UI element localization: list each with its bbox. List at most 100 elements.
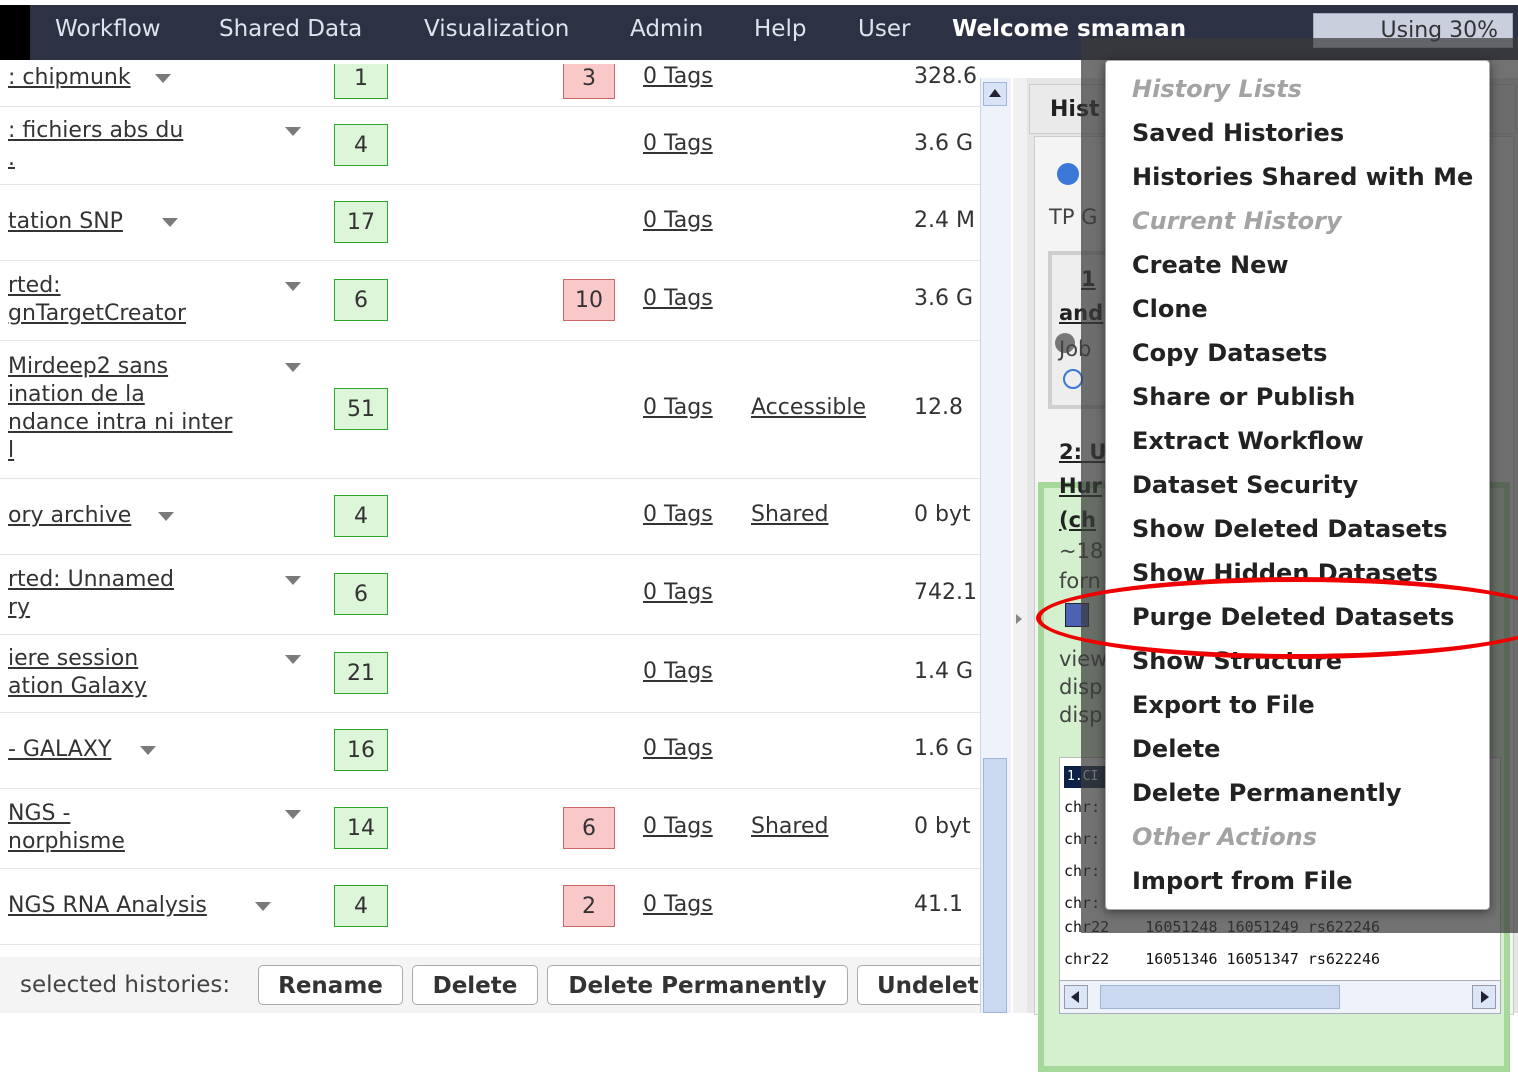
hscroll-thumb[interactable] [1100,985,1340,1009]
history-name-link[interactable]: ory archive [8,502,131,530]
history-row[interactable]: : chipmunk 1 3 0 Tags 328.6 [0,64,980,107]
history-menu-caret-icon[interactable] [285,655,301,664]
sharing-status-link[interactable]: Accessible [751,395,866,420]
history-menu-caret-icon[interactable] [140,746,156,755]
menu-item-delete[interactable]: Delete [1132,735,1220,763]
nav-visualization[interactable]: Visualization [424,16,569,42]
menu-item-saved-histories[interactable]: Saved Histories [1132,119,1344,147]
scroll-up-arrow-icon[interactable] [983,82,1007,106]
history-menu-caret-icon[interactable] [162,218,178,227]
history-menu-caret-icon[interactable] [255,902,271,911]
menu-item-show-deleted-datasets[interactable]: Show Deleted Datasets [1132,515,1447,543]
nav-admin[interactable]: Admin [630,16,703,42]
scroll-left-arrow-icon[interactable] [1064,985,1088,1009]
history-name-link[interactable]: NGS RNA Analysis [8,892,207,920]
tags-link[interactable]: 0 Tags [643,580,713,605]
history-name-link[interactable]: tation SNP [8,208,123,236]
history-row[interactable]: : fichiers abs du. 4 0 Tags 3.6 G [0,106,980,185]
nav-workflow[interactable]: Workflow [55,16,161,42]
history-name-link[interactable]: iere session ation Galaxy [8,645,147,701]
tags-link[interactable]: 0 Tags [643,131,713,156]
history-row[interactable]: Mirdeep2 sans ination de la ndance intra n… [0,340,980,479]
deleted-count-badge[interactable]: 2 [563,885,615,927]
dataset-count-badge[interactable]: 4 [334,885,388,927]
nav-user[interactable]: User [858,16,910,42]
dataset-count-badge[interactable]: 14 [334,807,388,849]
list-scrollbar[interactable] [980,78,1011,1013]
tags-link[interactable]: 0 Tags [643,208,713,233]
tags-link[interactable]: 0 Tags [643,502,713,527]
refresh-icon[interactable] [1057,163,1079,185]
tags-link[interactable]: 0 Tags [643,736,713,761]
menu-item-extract-workflow[interactable]: Extract Workflow [1132,427,1364,455]
deleted-count-badge[interactable]: 10 [563,279,615,321]
dataset-count-badge[interactable]: 16 [334,729,388,771]
history-menu-caret-icon[interactable] [285,576,301,585]
menu-item-import-from-file[interactable]: Import from File [1132,867,1353,895]
history-name-link[interactable]: : chipmunk [8,64,131,92]
nav-shared-data[interactable]: Shared Data [219,16,362,42]
dataset-count-badge[interactable]: 6 [334,279,388,321]
menu-item-histories-shared-with-me[interactable]: Histories Shared with Me [1132,163,1473,191]
history-name-link[interactable]: : fichiers abs du. [8,117,183,173]
tags-link[interactable]: 0 Tags [643,64,713,89]
scroll-thumb[interactable] [983,758,1007,1013]
history-name-link[interactable]: - GALAXY [8,736,111,764]
history-row[interactable]: rted: Unnamed ry 6 0 Tags 742.1 [0,554,980,635]
history-name-link[interactable]: Mirdeep2 sans ination de la ndance intra n… [8,353,232,465]
delete-permanently-button[interactable]: Delete Permanently [547,965,848,1005]
history-menu-caret-icon[interactable] [155,74,171,83]
dataset-count-badge[interactable]: 4 [334,124,388,166]
dataset-count-badge[interactable]: 4 [334,495,388,537]
sharing-status-link[interactable]: Shared [751,502,828,527]
history-row[interactable]: NGS - norphisme 14 6 0 Tags Shared 0 byt [0,788,980,869]
nav-help[interactable]: Help [754,16,806,42]
delete-button[interactable]: Delete [412,965,538,1005]
history-row[interactable]: iere session ation Galaxy 21 0 Tags 1.4 G [0,634,980,713]
history-menu-caret-icon[interactable] [158,512,174,521]
history-menu-caret-icon[interactable] [285,810,301,819]
dataset-count-badge[interactable]: 1 [334,64,388,99]
history-row[interactable]: tation SNP 17 0 Tags 2.4 M [0,184,980,261]
menu-item-copy-datasets[interactable]: Copy Datasets [1132,339,1327,367]
dataset-count-badge[interactable]: 21 [334,652,388,694]
menu-item-purge-deleted-datasets[interactable]: Purge Deleted Datasets [1132,603,1454,631]
menu-item-delete-permanently[interactable]: Delete Permanently [1132,779,1402,807]
menu-item-show-structure[interactable]: Show Structure [1132,647,1342,675]
undelete-button[interactable]: Undelet [857,965,997,1005]
menu-item-export-to-file[interactable]: Export to File [1132,691,1315,719]
history-row[interactable]: NGS RNA Analysis 4 2 0 Tags 41.1 [0,868,980,945]
history-name-line: : chipmunk [8,65,131,90]
history-row[interactable]: - GALAXY 16 0 Tags 1.6 G [0,712,980,789]
menu-item-show-hidden-datasets[interactable]: Show Hidden Datasets [1132,559,1438,587]
menu-item-share-or-publish[interactable]: Share or Publish [1132,383,1355,411]
info-icon[interactable] [1063,369,1083,389]
sharing-status-link[interactable]: Shared [751,814,828,839]
menu-item-dataset-security[interactable]: Dataset Security [1132,471,1358,499]
menu-item-create-new[interactable]: Create New [1132,251,1289,279]
scroll-right-arrow-icon[interactable] [1472,985,1496,1009]
dataset-count-badge[interactable]: 6 [334,573,388,615]
history-name-link[interactable]: NGS - norphisme [8,800,125,856]
tags-link[interactable]: 0 Tags [643,892,713,917]
peek-hscrollbar[interactable] [1059,980,1501,1014]
panel-splitter[interactable] [1013,78,1027,1013]
tags-link[interactable]: 0 Tags [643,286,713,311]
dataset-count-badge[interactable]: 17 [334,201,388,243]
tags-link[interactable]: 0 Tags [643,659,713,684]
deleted-count-badge[interactable]: 3 [563,64,615,99]
history-name-link[interactable]: rted: gnTargetCreator [8,272,186,328]
history-row[interactable]: ory archive 4 0 Tags Shared 0 byt [0,478,980,555]
deleted-count-badge[interactable]: 6 [563,807,615,849]
history-menu-caret-icon[interactable] [285,363,301,372]
history-name-link[interactable]: rted: Unnamed ry [8,566,174,622]
menu-item-clone[interactable]: Clone [1132,295,1208,323]
history-row[interactable]: rted: gnTargetCreator 6 10 0 Tags 3.6 G [0,260,980,341]
collapse-arrow-icon[interactable] [1016,614,1022,624]
rename-button[interactable]: Rename [258,965,403,1005]
tags-link[interactable]: 0 Tags [643,395,713,420]
tags-link[interactable]: 0 Tags [643,814,713,839]
history-menu-caret-icon[interactable] [285,282,301,291]
dataset-count-badge[interactable]: 51 [334,388,388,430]
history-menu-caret-icon[interactable] [285,127,301,136]
